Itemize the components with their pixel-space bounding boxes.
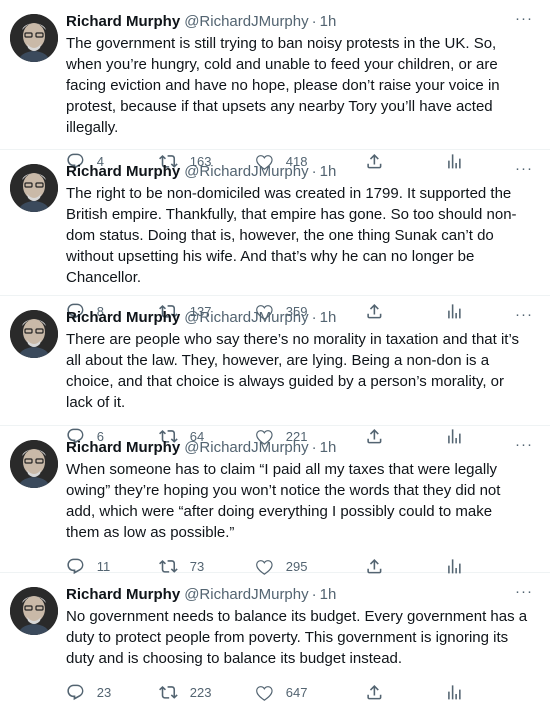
tweet-text: There are people who say there’s no mora…: [66, 331, 520, 411]
avatar[interactable]: [10, 587, 58, 635]
timestamp[interactable]: 1h: [320, 162, 337, 182]
tweet-text: The government is still trying to ban no…: [66, 35, 500, 136]
avatar[interactable]: [10, 440, 58, 488]
timestamp[interactable]: 1h: [320, 585, 337, 605]
author-name[interactable]: Richard Murphy: [66, 308, 180, 328]
separator: ·: [311, 586, 317, 603]
tweet-text: The right to be non-domiciled was create…: [66, 185, 517, 286]
like-count: 295: [285, 558, 308, 574]
tweet[interactable]: ··· Richard Murphy @RichardJMurphy · 1h …: [0, 150, 550, 320]
avatar[interactable]: [10, 164, 58, 212]
avatar[interactable]: [10, 14, 58, 62]
author-handle[interactable]: @RichardJMurphy: [184, 438, 308, 458]
separator: ·: [311, 439, 317, 456]
tweet[interactable]: ··· Richard Murphy @RichardJMurphy · 1h …: [0, 573, 550, 701]
tweet[interactable]: ··· Richard Murphy @RichardJMurphy · 1h …: [0, 0, 550, 170]
timestamp[interactable]: 1h: [320, 438, 337, 458]
author-handle[interactable]: @RichardJMurphy: [184, 308, 308, 328]
more-icon[interactable]: ···: [514, 437, 534, 454]
tweet[interactable]: ··· Richard Murphy @RichardJMurphy · 1h …: [0, 426, 550, 575]
retweet-count: 73: [189, 558, 205, 574]
author-name[interactable]: Richard Murphy: [66, 12, 180, 32]
more-icon[interactable]: ···: [514, 161, 534, 178]
separator: ·: [311, 163, 317, 180]
share-icon: [367, 684, 382, 700]
separator: ·: [311, 13, 317, 30]
author-name[interactable]: Richard Murphy: [66, 438, 180, 458]
reply-count: 23: [96, 684, 112, 700]
author-handle[interactable]: @RichardJMurphy: [184, 162, 308, 182]
reply-button[interactable]: 23: [66, 682, 159, 701]
author-name[interactable]: Richard Murphy: [66, 585, 180, 605]
like-button[interactable]: 647: [255, 682, 365, 701]
more-icon[interactable]: ···: [514, 307, 534, 324]
reply-icon: [67, 684, 84, 700]
like-count: 647: [285, 684, 308, 700]
separator: ·: [311, 309, 317, 326]
author-handle[interactable]: @RichardJMurphy: [184, 12, 308, 32]
more-icon[interactable]: ···: [514, 584, 534, 601]
timestamp[interactable]: 1h: [320, 308, 337, 328]
timestamp[interactable]: 1h: [320, 12, 337, 32]
retweet-icon: [159, 685, 178, 699]
heart-icon: [256, 685, 273, 701]
avatar[interactable]: [10, 310, 58, 358]
tweet-text: No government needs to balance its budge…: [66, 608, 528, 667]
tweet-text: When someone has to claim “I paid all my…: [66, 461, 501, 541]
analytics-button[interactable]: [445, 682, 475, 701]
analytics-icon: [448, 684, 461, 700]
retweet-button[interactable]: 223: [159, 682, 255, 701]
tweet[interactable]: ··· Richard Murphy @RichardJMurphy · 1h …: [0, 296, 550, 445]
reply-count: 11: [96, 558, 111, 574]
author-name[interactable]: Richard Murphy: [66, 162, 180, 182]
more-icon[interactable]: ···: [514, 11, 534, 28]
share-button[interactable]: [365, 682, 445, 701]
author-handle[interactable]: @RichardJMurphy: [184, 585, 308, 605]
retweet-count: 223: [189, 684, 212, 700]
tweet-feed: ··· Richard Murphy @RichardJMurphy · 1h …: [0, 0, 550, 701]
